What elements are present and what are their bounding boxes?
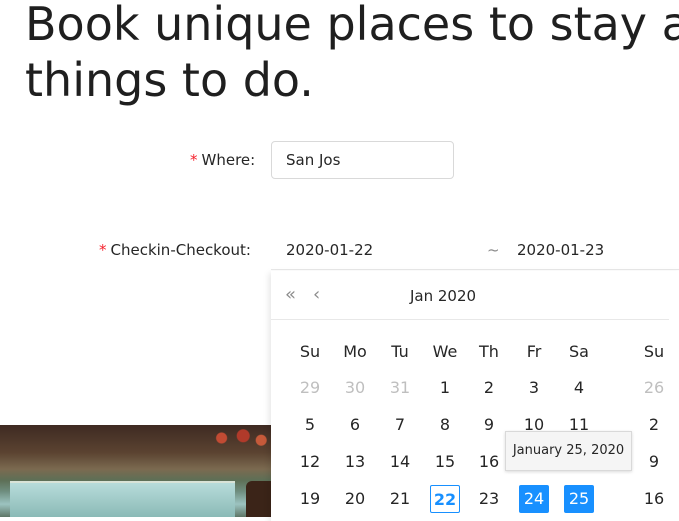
date-tooltip: January 25, 2020 [505, 431, 632, 471]
headline-line-1: Book unique places to stay ar [25, 0, 679, 51]
calendar-day[interactable]: 14 [385, 448, 415, 476]
calendar-day[interactable]: 30 [340, 374, 370, 402]
where-input[interactable] [271, 141, 454, 179]
range-start-input[interactable]: 2020-01-22 [286, 241, 373, 259]
required-mark: * [99, 241, 107, 259]
calendar-day[interactable]: 12 [295, 448, 325, 476]
calendar-day[interactable]: 24 [519, 485, 549, 513]
calendar-day[interactable]: 25 [564, 485, 594, 513]
calendar-day[interactable]: 9 [474, 411, 504, 439]
calendar-day[interactable]: 6 [340, 411, 370, 439]
calendar-day[interactable]: 5 [295, 411, 325, 439]
required-mark: * [190, 151, 198, 169]
listing-photo [0, 425, 272, 517]
prev-month-button[interactable]: ‹ [313, 284, 320, 305]
calendar-day[interactable]: 23 [474, 485, 504, 513]
calendar-day[interactable]: 1 [430, 374, 460, 402]
date-range-picker[interactable]: 2020-01-22 ~ 2020-01-23 [271, 230, 679, 270]
page-headline: Book unique places to stay ar things to … [25, 0, 679, 108]
calendar-day-next-panel[interactable]: 26 [639, 374, 669, 402]
prev-year-button[interactable]: « [285, 284, 296, 305]
weekday-mo: Mo [343, 342, 367, 361]
calendar-day[interactable]: 15 [430, 448, 460, 476]
calendar-day[interactable]: 4 [564, 374, 594, 402]
calendar-day-next-panel[interactable]: 16 [639, 485, 669, 513]
calendar-day[interactable]: 22 [430, 485, 460, 513]
calendar-day[interactable]: 31 [385, 374, 415, 402]
calendar-day[interactable]: 8 [430, 411, 460, 439]
weekday-su: Su [299, 342, 321, 361]
calendar-day[interactable]: 16 [474, 448, 504, 476]
weekday-we: We [432, 342, 458, 361]
calendar-dropdown: « ‹ Jan 2020 Su Mo Tu We Th Fr Sa Su 29 30 31 1 2 3 4… [271, 271, 679, 521]
calendar-day[interactable]: 20 [340, 485, 370, 513]
checkin-checkout-label: * Checkin-Checkout: [99, 241, 251, 259]
photo-pool [10, 481, 235, 517]
weekday-sa: Sa [569, 342, 589, 361]
calendar-day[interactable]: 7 [385, 411, 415, 439]
weekday-th: Th [479, 342, 499, 361]
calendar-day-next-panel[interactable]: 9 [639, 448, 669, 476]
calendar-day-next-panel[interactable]: 2 [639, 411, 669, 439]
where-label: * Where: [190, 151, 255, 169]
photo-flowers [200, 427, 272, 449]
photo-chair [246, 481, 272, 517]
headline-line-2: things to do. [25, 53, 314, 107]
where-label-text: Where: [201, 151, 256, 169]
calendar-day[interactable]: 21 [385, 485, 415, 513]
weekday-tu: Tu [391, 342, 409, 361]
calendar-day[interactable]: 2 [474, 374, 504, 402]
range-separator: ~ [487, 241, 500, 259]
weekday-su-next: Su [643, 342, 665, 361]
calendar-month-title[interactable]: Jan 2020 [410, 287, 476, 305]
checkin-label-text: Checkin-Checkout: [110, 241, 251, 259]
calendar-header: « ‹ Jan 2020 [271, 271, 669, 320]
calendar-day[interactable]: 29 [295, 374, 325, 402]
weekday-fr: Fr [526, 342, 542, 361]
calendar-day[interactable]: 19 [295, 485, 325, 513]
calendar-day[interactable]: 13 [340, 448, 370, 476]
range-end-input[interactable]: 2020-01-23 [517, 241, 604, 259]
calendar-day[interactable]: 3 [519, 374, 549, 402]
